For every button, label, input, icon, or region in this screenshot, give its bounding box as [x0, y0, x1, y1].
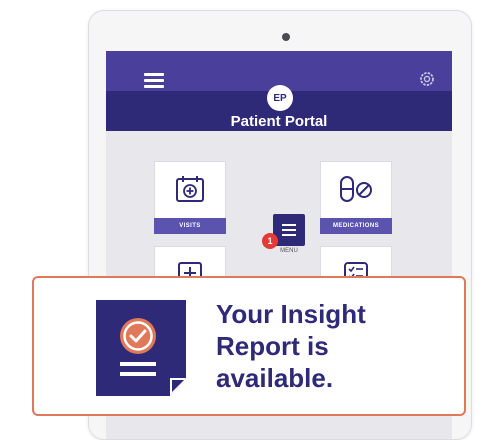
pill-icon: [340, 176, 372, 202]
menu-label: MENU: [280, 248, 298, 254]
tile-visits-label[interactable]: VISITS: [154, 218, 226, 234]
notification-line-1: Your Insight: [216, 299, 366, 329]
app-header: EP Patient Portal: [106, 51, 452, 131]
page-title: Patient Portal: [230, 113, 328, 130]
camera-dot: [282, 33, 290, 41]
notification-badge: 1: [262, 233, 278, 249]
tile-medications-label[interactable]: MEDICATIONS: [320, 218, 392, 234]
tile-medications[interactable]: [320, 161, 392, 219]
tile-visits[interactable]: [154, 161, 226, 219]
gear-icon[interactable]: [418, 70, 436, 88]
hamburger-menu-icon[interactable]: [144, 73, 164, 88]
notification-line-2: Report is: [216, 331, 329, 361]
notification-line-3: available.: [216, 363, 334, 393]
calendar-add-icon: [176, 176, 204, 202]
avatar[interactable]: EP: [267, 85, 293, 111]
notification-message: Your Insight Report is available.: [216, 298, 456, 394]
report-check-icon: [96, 300, 186, 396]
notification-card[interactable]: Your Insight Report is available.: [32, 276, 466, 416]
